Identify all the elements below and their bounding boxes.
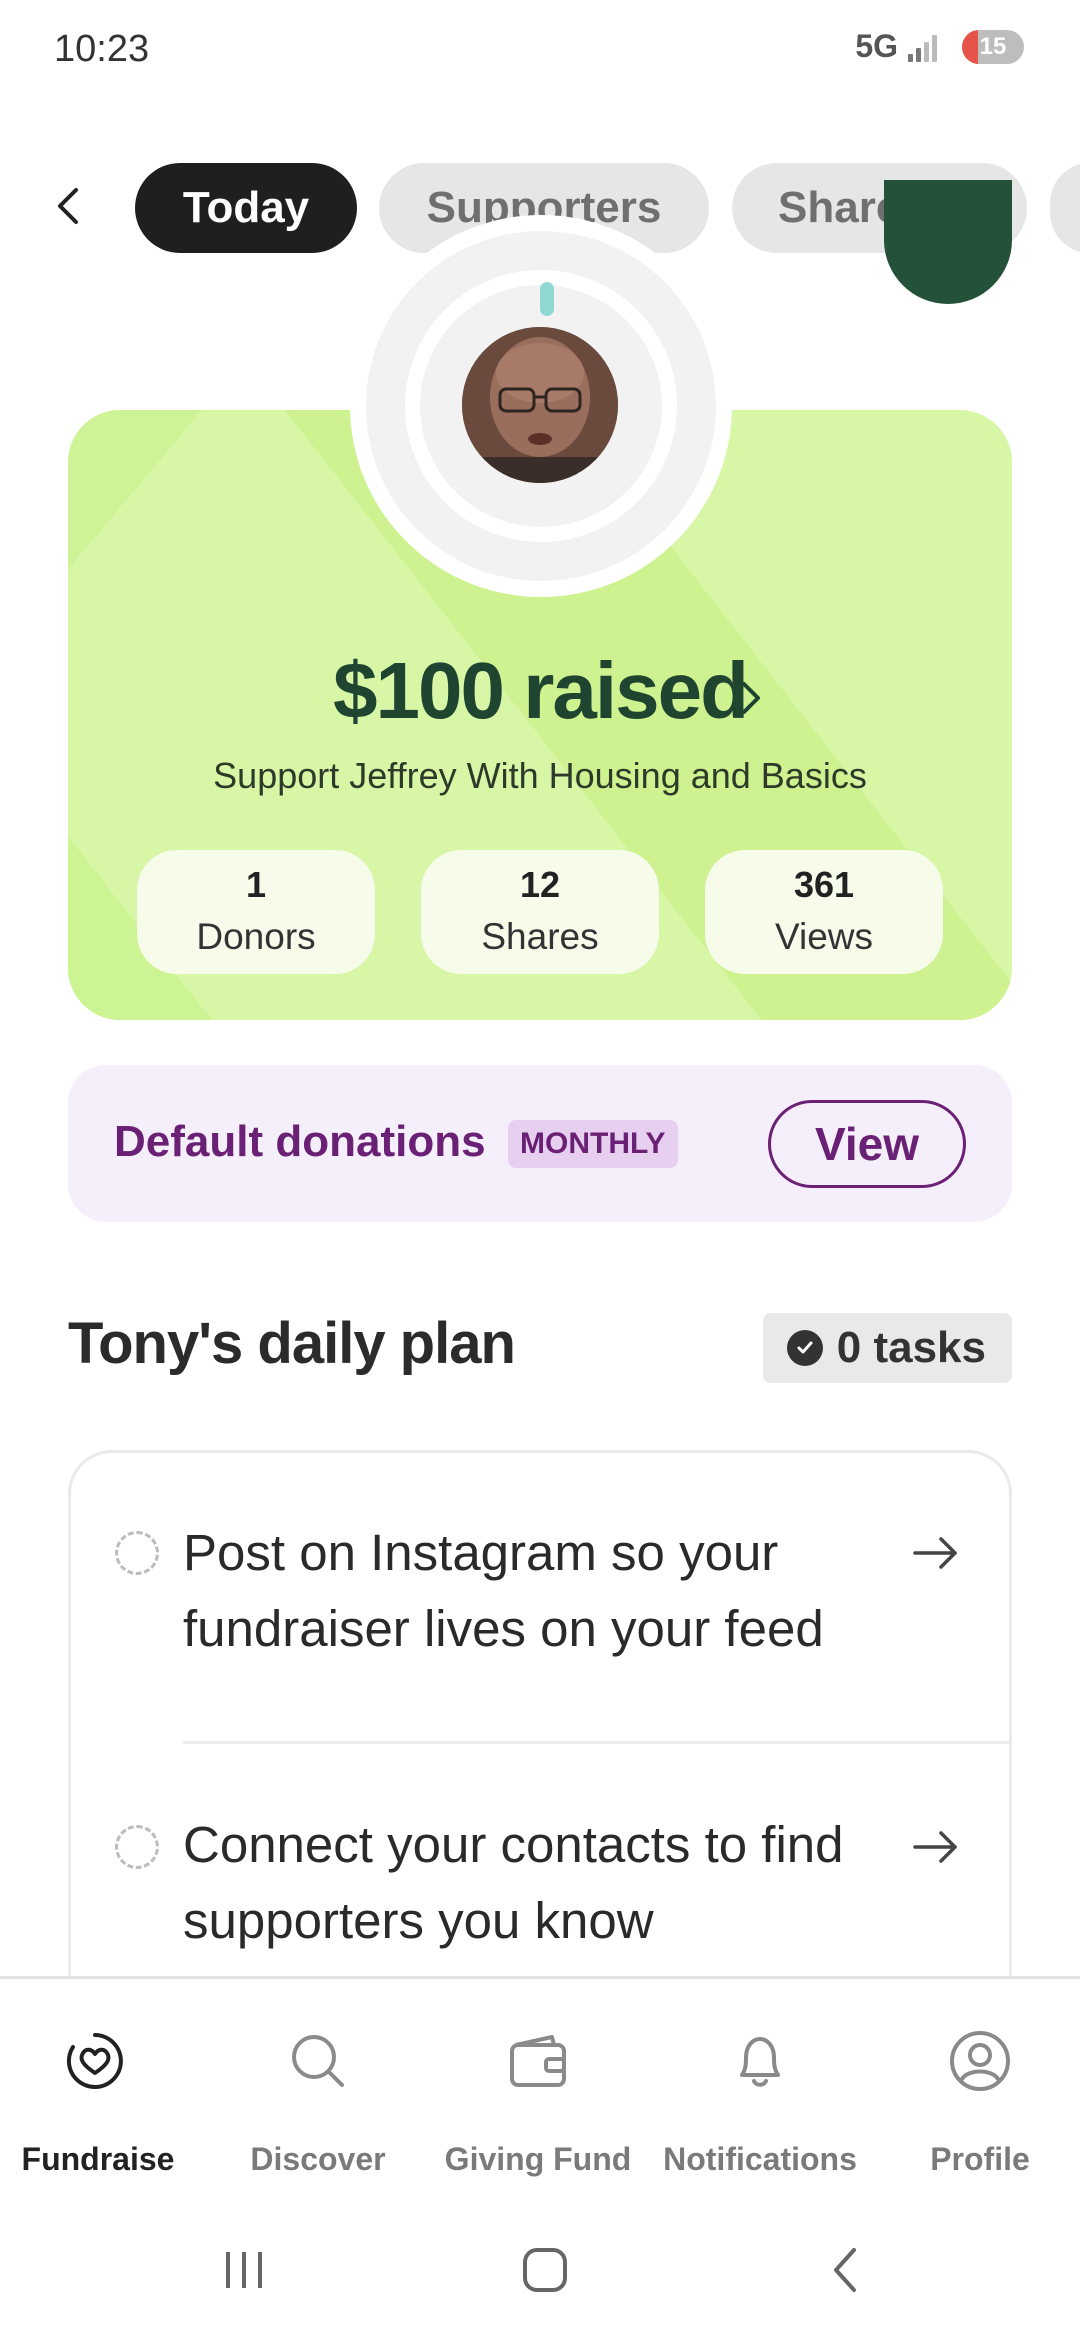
default-donations-banner: Default donations MONTHLY View xyxy=(68,1065,1012,1222)
nav-label: Profile xyxy=(930,2141,1030,2177)
tab-today[interactable]: Today xyxy=(135,163,357,253)
view-button[interactable]: View xyxy=(768,1100,966,1188)
fundraiser-title: Support Jeffrey With Housing and Basics xyxy=(213,755,867,796)
monthly-badge: MONTHLY xyxy=(508,1120,678,1168)
task-text: Connect your contacts to find supporters… xyxy=(183,1807,883,1959)
chevron-right-icon[interactable] xyxy=(734,678,768,718)
progress-indicator xyxy=(540,282,554,316)
bottom-navigation: Fundraise Discover Giving Fund Notificat… xyxy=(0,1976,1080,2196)
stat-label: Donors xyxy=(196,916,316,957)
task-status-icon xyxy=(115,1825,159,1869)
wallet-icon xyxy=(510,2035,566,2087)
tab-more[interactable] xyxy=(1050,163,1080,253)
daily-plan-card: Post on Instagram so your fundraiser liv… xyxy=(68,1450,1012,2050)
nav-label: Giving Fund xyxy=(444,2141,632,2177)
stat-label: Shares xyxy=(481,916,599,957)
stat-value: 361 xyxy=(793,864,855,905)
status-icons: 5G 15 xyxy=(855,28,1024,65)
nav-giving-fund[interactable]: Giving Fund xyxy=(430,1979,646,2199)
bell-icon xyxy=(740,2037,780,2087)
heart-circle-icon xyxy=(66,2033,123,2089)
nav-label: Fundraise xyxy=(21,2141,175,2177)
nav-label: Discover xyxy=(250,2141,386,2177)
stat-value: 12 xyxy=(519,864,561,905)
arrow-right-icon[interactable] xyxy=(911,1533,961,1573)
nav-profile[interactable]: Profile xyxy=(872,1979,1080,2199)
battery-level: 15 xyxy=(979,32,1007,60)
divider xyxy=(183,1741,1009,1744)
task-line: Post on Instagram so your xyxy=(183,1524,779,1581)
stat-shares[interactable]: 12 Shares xyxy=(421,850,659,974)
nav-fundraise[interactable]: Fundraise xyxy=(0,1979,216,2199)
tasks-count: 0 tasks xyxy=(836,1323,986,1372)
search-icon xyxy=(292,2035,344,2087)
recent-apps-icon[interactable] xyxy=(214,2242,274,2298)
profile-icon xyxy=(950,2031,1010,2091)
avatar xyxy=(462,327,618,483)
check-circle-icon xyxy=(786,1330,823,1366)
status-time: 10:23 xyxy=(54,28,150,70)
tasks-badge: 0 tasks xyxy=(762,1313,1012,1383)
back-icon[interactable] xyxy=(818,2242,878,2298)
decorative-circle xyxy=(884,180,1012,304)
home-icon[interactable] xyxy=(515,2242,575,2298)
amount-raised[interactable]: $100 raised xyxy=(0,645,1080,737)
system-navigation-bar xyxy=(0,2196,1080,2340)
arrow-right-icon[interactable] xyxy=(911,1827,961,1867)
task-line: supporters you know xyxy=(183,1892,654,1949)
network-type: 5G xyxy=(855,28,898,64)
stat-donors[interactable]: 1 Donors xyxy=(137,850,375,974)
status-bar: 10:23 5G 15 xyxy=(0,0,1080,100)
stat-value: 1 xyxy=(245,864,267,905)
task-text: Post on Instagram so your fundraiser liv… xyxy=(183,1515,883,1667)
task-item[interactable]: Post on Instagram so your fundraiser liv… xyxy=(71,1453,1009,1743)
daily-plan-title: Tony's daily plan xyxy=(68,1311,516,1376)
back-arrow-icon[interactable] xyxy=(48,184,92,228)
signal-icon xyxy=(908,32,944,62)
task-line: fundraiser lives on your feed xyxy=(183,1600,824,1657)
task-status-icon xyxy=(115,1531,159,1575)
stat-views[interactable]: 361 Views xyxy=(705,850,943,974)
task-line: Connect your contacts to find xyxy=(183,1816,844,1873)
nav-discover[interactable]: Discover xyxy=(210,1979,426,2199)
nav-notifications[interactable]: Notifications xyxy=(652,1979,868,2199)
battery-indicator: 15 xyxy=(962,29,1024,64)
default-donations-title: Default donations xyxy=(114,1117,486,1166)
nav-label: Notifications xyxy=(663,2141,857,2177)
stat-label: Views xyxy=(774,916,874,957)
